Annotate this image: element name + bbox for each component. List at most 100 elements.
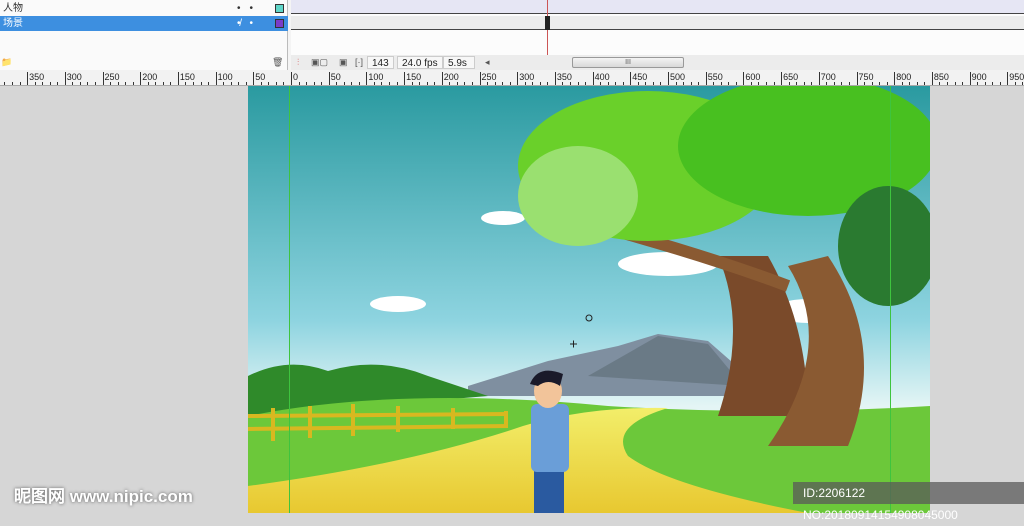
frame-row-scene[interactable] (291, 16, 1024, 30)
ruler-tick (12, 82, 14, 85)
stage-canvas[interactable] (248, 86, 930, 513)
visibility-lock-dots[interactable]: •• (237, 16, 262, 31)
ruler-tick (291, 82, 292, 85)
ruler-tick (147, 82, 149, 85)
ruler-tick (140, 82, 142, 85)
ruler-tick (479, 82, 481, 85)
ruler-tick (750, 82, 752, 85)
ruler-tick (426, 82, 428, 85)
ruler-tick (569, 82, 571, 85)
ruler-tick (57, 82, 59, 85)
ruler-tick (690, 82, 692, 85)
ruler-tick (796, 82, 798, 85)
ruler-tick (283, 82, 285, 85)
ruler-tick (705, 82, 707, 85)
ruler-tick (471, 82, 473, 85)
ruler-tick (592, 82, 594, 85)
layer-name: 场景 (3, 18, 23, 29)
ruler-tick (939, 82, 941, 85)
layer-scene[interactable]: 场景 / •• (0, 16, 288, 31)
ruler-tick (125, 82, 127, 85)
ruler-tick (517, 82, 519, 85)
ruler-tick (185, 82, 187, 85)
timeline-scrollbar[interactable]: III (572, 57, 684, 68)
layer-name: 人物 (3, 3, 23, 14)
ruler-tick (162, 82, 164, 85)
watermark-site: 昵图网 www.nipic.com (14, 487, 193, 506)
ruler-tick (275, 82, 277, 85)
ruler-tick (230, 82, 232, 85)
watermark-id: ID:2206122 NO:20180914154908045000 (793, 482, 1024, 522)
ruler-tick (358, 82, 360, 85)
ruler-tick (253, 82, 255, 85)
ruler-tick (841, 82, 843, 85)
ruler-tick (381, 82, 383, 85)
ruler-tick (87, 82, 89, 85)
ruler-tick (1014, 82, 1016, 85)
frame-grid[interactable] (291, 0, 1024, 55)
ruler-tick (818, 82, 820, 85)
frame-row-characters[interactable] (291, 0, 1024, 14)
outline-color-icon[interactable] (275, 4, 284, 13)
scroll-left-icon[interactable]: ◂ (485, 55, 490, 70)
ruler-tick (969, 82, 971, 85)
elapsed-time: 5.9s (443, 56, 475, 69)
ruler-tick (170, 82, 172, 85)
ruler-tick (577, 82, 579, 85)
guide-line-left[interactable] (289, 86, 290, 513)
ruler-tick (223, 82, 225, 85)
ruler-tick (909, 82, 911, 85)
edit-multiple-icon[interactable]: ▣ (339, 55, 348, 70)
onion-skin-icon[interactable]: ▣▢ (311, 55, 328, 70)
onion-markers-icon[interactable]: [·] (355, 55, 363, 70)
new-folder-icon[interactable]: 📁 (1, 55, 12, 70)
ruler-tick (4, 82, 6, 85)
ruler-tick (931, 82, 933, 85)
ruler-tick (117, 82, 119, 85)
outline-color-icon[interactable] (275, 19, 284, 28)
ruler-tick (366, 82, 368, 85)
ruler-tick (886, 82, 888, 85)
ruler-tick (539, 82, 541, 85)
ruler-tick (916, 82, 918, 85)
ruler-tick (803, 82, 805, 85)
ruler-tick (389, 82, 391, 85)
ruler-tick (615, 82, 617, 85)
ruler-tick (192, 82, 194, 85)
ruler-tick (766, 82, 768, 85)
guide-line-right[interactable] (890, 86, 891, 513)
ruler-tick (64, 82, 66, 85)
ruler-tick (502, 82, 504, 85)
ruler-tick (411, 82, 413, 85)
current-frame[interactable]: 143 (367, 56, 394, 69)
ruler-tick (630, 82, 632, 85)
ruler-tick (441, 82, 443, 85)
ruler-tick (728, 82, 730, 85)
frame-rate[interactable]: 24.0 fps (397, 56, 443, 69)
ruler-tick (42, 82, 44, 85)
ruler-tick (826, 82, 828, 85)
ruler-tick (1007, 82, 1009, 85)
ruler-tick (637, 82, 639, 85)
ruler-tick (547, 82, 549, 85)
center-frame-icon[interactable]: ⫶ (297, 55, 299, 70)
ruler-tick (49, 82, 51, 85)
ruler-tick (313, 82, 315, 85)
keyframe[interactable] (545, 16, 550, 30)
ruler-tick (155, 82, 157, 85)
ruler-tick (464, 82, 466, 85)
trash-icon[interactable]: 🗑 (272, 55, 283, 70)
ruler-tick (683, 82, 685, 85)
horizontal-ruler: 0 50 100 150 200 250 300 350 400 450 500 550 600 650 7… (0, 70, 1024, 86)
ruler-tick (449, 82, 451, 85)
visibility-lock-dots[interactable]: •• (237, 1, 262, 16)
ruler-tick (456, 82, 458, 85)
ruler-tick (94, 82, 96, 85)
layer-characters[interactable]: 人物 •• (0, 1, 288, 16)
ruler-tick (404, 82, 406, 85)
ruler-tick (34, 82, 36, 85)
ruler-tick (720, 82, 722, 85)
ruler-tick (735, 82, 737, 85)
layer-toolbar: 📁 🗑 (0, 55, 288, 70)
ruler-tick (336, 82, 338, 85)
